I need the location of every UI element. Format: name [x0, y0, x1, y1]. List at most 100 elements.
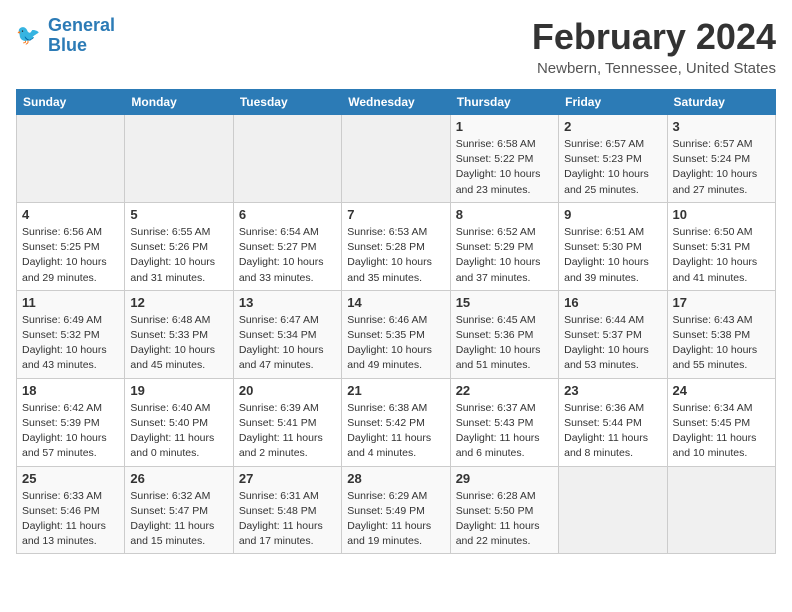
logo-bird-icon: 🐦	[16, 22, 44, 50]
day-number: 12	[130, 295, 227, 310]
calendar-cell: 29 Sunrise: 6:28 AMSunset: 5:50 PMDayligh…	[450, 466, 558, 554]
calendar-cell: 22 Sunrise: 6:37 AMSunset: 5:43 PMDayligh…	[450, 378, 558, 466]
svg-text:🐦: 🐦	[16, 24, 40, 46]
day-info: Sunrise: 6:29 AMSunset: 5:49 PMDaylight:…	[347, 489, 444, 550]
day-info: Sunrise: 6:38 AMSunset: 5:42 PMDaylight:…	[347, 401, 444, 462]
calendar-cell: 10 Sunrise: 6:50 AMSunset: 5:31 PMDayligh…	[667, 202, 775, 290]
title-area: February 2024 Newbern, Tennessee, United…	[532, 16, 776, 77]
calendar-cell	[342, 115, 450, 203]
calendar-cell: 9Sunrise: 6:51 AMSunset: 5:30 PMDaylight…	[559, 202, 667, 290]
weekday-header-monday: Monday	[125, 90, 233, 115]
month-title: February 2024	[532, 16, 776, 58]
calendar-cell: 2 Sunrise: 6:57 AMSunset: 5:23 PMDaylight…	[559, 115, 667, 203]
calendar-cell: 20 Sunrise: 6:39 AMSunset: 5:41 PMDayligh…	[233, 378, 341, 466]
day-info: Sunrise: 6:47 AMSunset: 5:34 PMDaylight:…	[239, 313, 336, 374]
day-info: Sunrise: 6:39 AMSunset: 5:41 PMDaylight:…	[239, 401, 336, 462]
day-info: Sunrise: 6:46 AMSunset: 5:35 PMDaylight:…	[347, 313, 444, 374]
weekday-header-sunday: Sunday	[17, 90, 125, 115]
day-info: Sunrise: 6:36 AMSunset: 5:44 PMDaylight:…	[564, 401, 661, 462]
day-number: 18	[22, 383, 119, 398]
day-number: 1	[456, 119, 553, 134]
calendar-cell: 16 Sunrise: 6:44 AMSunset: 5:37 PMDayligh…	[559, 290, 667, 378]
day-info: Sunrise: 6:48 AMSunset: 5:33 PMDaylight:…	[130, 313, 227, 374]
day-info: Sunrise: 6:50 AMSunset: 5:31 PMDaylight:…	[673, 225, 770, 286]
page-header: 🐦 General Blue February 2024 Newbern, Te…	[16, 16, 776, 77]
day-info: Sunrise: 6:58 AMSunset: 5:22 PMDaylight:…	[456, 137, 553, 198]
day-info: Sunrise: 6:40 AMSunset: 5:40 PMDaylight:…	[130, 401, 227, 462]
calendar-cell	[667, 466, 775, 554]
day-number: 13	[239, 295, 336, 310]
calendar-cell: 21Sunrise: 6:38 AMSunset: 5:42 PMDayligh…	[342, 378, 450, 466]
day-number: 9	[564, 207, 661, 222]
day-number: 26	[130, 471, 227, 486]
day-info: Sunrise: 6:56 AMSunset: 5:25 PMDaylight:…	[22, 225, 119, 286]
calendar-cell: 26 Sunrise: 6:32 AMSunset: 5:47 PMDayligh…	[125, 466, 233, 554]
calendar-cell: 24 Sunrise: 6:34 AMSunset: 5:45 PMDayligh…	[667, 378, 775, 466]
day-info: Sunrise: 6:37 AMSunset: 5:43 PMDaylight:…	[456, 401, 553, 462]
weekday-header-friday: Friday	[559, 90, 667, 115]
day-number: 27	[239, 471, 336, 486]
day-info: Sunrise: 6:43 AMSunset: 5:38 PMDaylight:…	[673, 313, 770, 374]
day-number: 6	[239, 207, 336, 222]
day-info: Sunrise: 6:42 AMSunset: 5:39 PMDaylight:…	[22, 401, 119, 462]
calendar-cell: 19 Sunrise: 6:40 AMSunset: 5:40 PMDayligh…	[125, 378, 233, 466]
day-info: Sunrise: 6:33 AMSunset: 5:46 PMDaylight:…	[22, 489, 119, 550]
day-number: 15	[456, 295, 553, 310]
day-info: Sunrise: 6:32 AMSunset: 5:47 PMDaylight:…	[130, 489, 227, 550]
calendar-cell: 3Sunrise: 6:57 AMSunset: 5:24 PMDaylight…	[667, 115, 775, 203]
calendar-cell	[559, 466, 667, 554]
calendar-cell: 18 Sunrise: 6:42 AMSunset: 5:39 PMDayligh…	[17, 378, 125, 466]
day-info: Sunrise: 6:28 AMSunset: 5:50 PMDaylight:…	[456, 489, 553, 550]
day-info: Sunrise: 6:53 AMSunset: 5:28 PMDaylight:…	[347, 225, 444, 286]
day-info: Sunrise: 6:44 AMSunset: 5:37 PMDaylight:…	[564, 313, 661, 374]
calendar-cell: 6 Sunrise: 6:54 AMSunset: 5:27 PMDaylight…	[233, 202, 341, 290]
day-number: 4	[22, 207, 119, 222]
day-number: 14	[347, 295, 444, 310]
calendar-cell: 23 Sunrise: 6:36 AMSunset: 5:44 PMDayligh…	[559, 378, 667, 466]
day-number: 23	[564, 383, 661, 398]
calendar-cell: 17 Sunrise: 6:43 AMSunset: 5:38 PMDayligh…	[667, 290, 775, 378]
day-number: 28	[347, 471, 444, 486]
calendar-cell: 11 Sunrise: 6:49 AMSunset: 5:32 PMDayligh…	[17, 290, 125, 378]
day-info: Sunrise: 6:55 AMSunset: 5:26 PMDaylight:…	[130, 225, 227, 286]
calendar-cell: 27 Sunrise: 6:31 AMSunset: 5:48 PMDayligh…	[233, 466, 341, 554]
day-info: Sunrise: 6:49 AMSunset: 5:32 PMDaylight:…	[22, 313, 119, 374]
weekday-header-saturday: Saturday	[667, 90, 775, 115]
day-number: 29	[456, 471, 553, 486]
calendar-cell: 14 Sunrise: 6:46 AMSunset: 5:35 PMDayligh…	[342, 290, 450, 378]
calendar-cell: 25Sunrise: 6:33 AMSunset: 5:46 PMDayligh…	[17, 466, 125, 554]
calendar-cell: 12 Sunrise: 6:48 AMSunset: 5:33 PMDayligh…	[125, 290, 233, 378]
weekday-header-thursday: Thursday	[450, 90, 558, 115]
day-info: Sunrise: 6:34 AMSunset: 5:45 PMDaylight:…	[673, 401, 770, 462]
calendar-cell: 28 Sunrise: 6:29 AMSunset: 5:49 PMDayligh…	[342, 466, 450, 554]
day-number: 20	[239, 383, 336, 398]
day-number: 7	[347, 207, 444, 222]
calendar-cell	[233, 115, 341, 203]
logo: 🐦 General Blue	[16, 16, 115, 56]
day-number: 19	[130, 383, 227, 398]
weekday-header-wednesday: Wednesday	[342, 90, 450, 115]
logo-text: General Blue	[48, 16, 115, 56]
calendar-cell: 8 Sunrise: 6:52 AMSunset: 5:29 PMDaylight…	[450, 202, 558, 290]
day-info: Sunrise: 6:45 AMSunset: 5:36 PMDaylight:…	[456, 313, 553, 374]
calendar-cell: 15 Sunrise: 6:45 AMSunset: 5:36 PMDayligh…	[450, 290, 558, 378]
weekday-header-tuesday: Tuesday	[233, 90, 341, 115]
day-number: 8	[456, 207, 553, 222]
calendar-cell: 13 Sunrise: 6:47 AMSunset: 5:34 PMDayligh…	[233, 290, 341, 378]
day-number: 10	[673, 207, 770, 222]
day-number: 16	[564, 295, 661, 310]
day-info: Sunrise: 6:52 AMSunset: 5:29 PMDaylight:…	[456, 225, 553, 286]
calendar-cell: 7 Sunrise: 6:53 AMSunset: 5:28 PMDaylight…	[342, 202, 450, 290]
day-number: 17	[673, 295, 770, 310]
day-number: 24	[673, 383, 770, 398]
calendar-cell: 5Sunrise: 6:55 AMSunset: 5:26 PMDaylight…	[125, 202, 233, 290]
location-title: Newbern, Tennessee, United States	[532, 60, 776, 77]
day-number: 22	[456, 383, 553, 398]
day-info: Sunrise: 6:57 AMSunset: 5:23 PMDaylight:…	[564, 137, 661, 198]
day-number: 2	[564, 119, 661, 134]
calendar-cell	[17, 115, 125, 203]
day-info: Sunrise: 6:31 AMSunset: 5:48 PMDaylight:…	[239, 489, 336, 550]
day-info: Sunrise: 6:54 AMSunset: 5:27 PMDaylight:…	[239, 225, 336, 286]
calendar-table: SundayMondayTuesdayWednesdayThursdayFrid…	[16, 89, 776, 554]
day-number: 11	[22, 295, 119, 310]
